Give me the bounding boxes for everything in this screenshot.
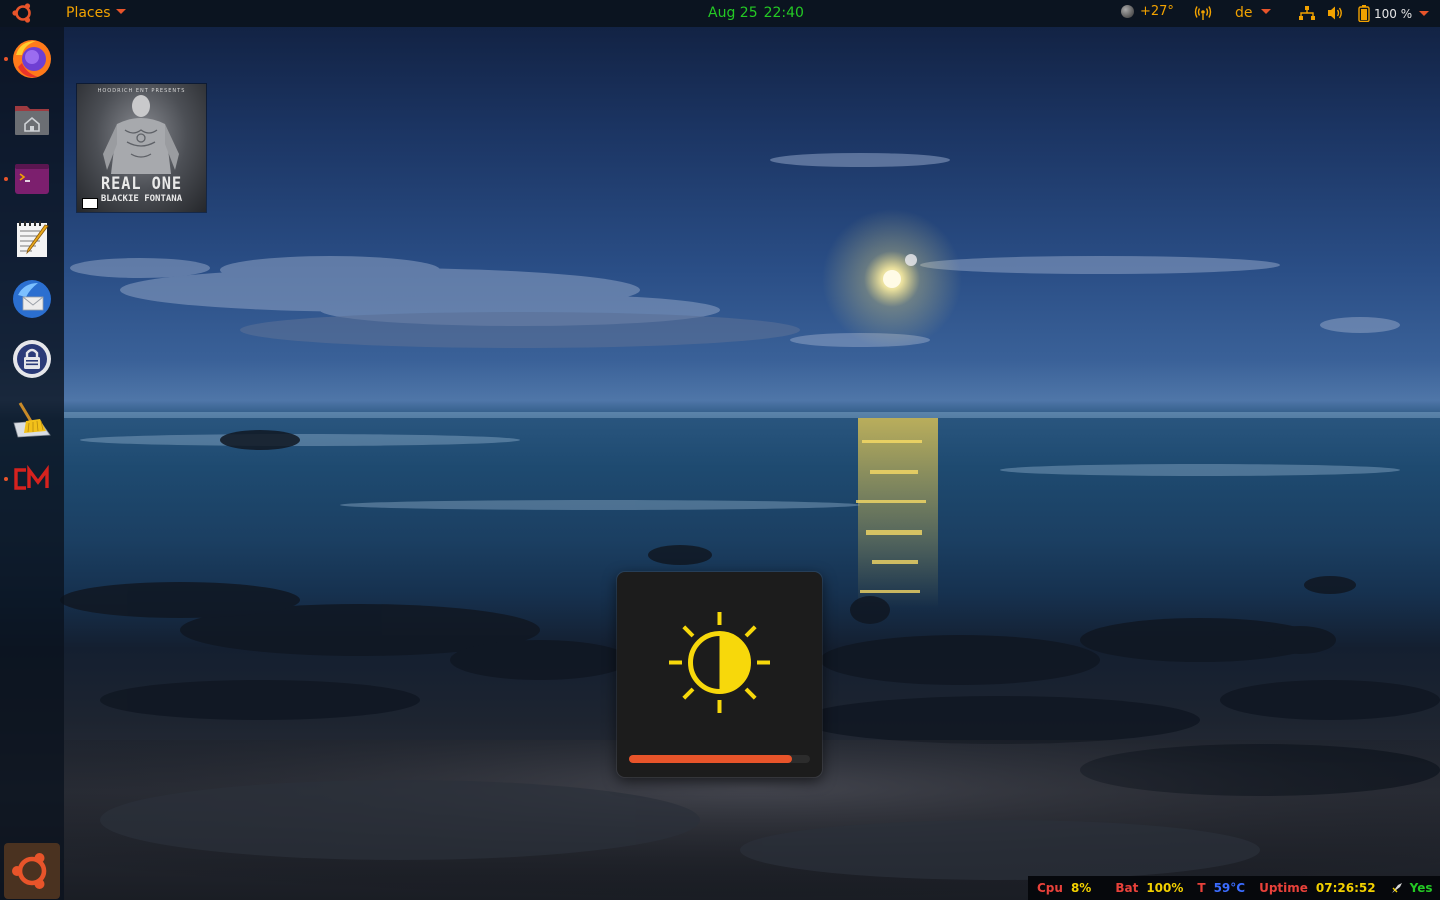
running-indicator xyxy=(4,57,8,61)
dock xyxy=(0,27,64,900)
album-title: REAL ONE xyxy=(101,174,182,194)
dock-item-files[interactable] xyxy=(10,97,54,141)
clock-date: Aug 25 xyxy=(708,5,758,21)
chevron-down-icon xyxy=(115,9,126,14)
temperature-label: T xyxy=(1197,881,1206,895)
running-indicator xyxy=(4,477,8,481)
dock-item-terminal[interactable] xyxy=(4,157,54,201)
dock-item-thunderbird[interactable] xyxy=(10,277,54,321)
battery-icon xyxy=(1358,5,1370,22)
system-monitor-bar: Cpu 8% Bat 100% T 59°C Uptime 07:26:52 Y… xyxy=(1028,876,1440,900)
weather-temperature: +27° xyxy=(1140,4,1174,19)
moon-icon xyxy=(1121,5,1134,18)
brightness-level-fill xyxy=(629,755,792,763)
cm-app-icon xyxy=(14,464,49,490)
running-indicator xyxy=(4,177,8,181)
dock-item-cleaner[interactable] xyxy=(10,397,54,441)
terminal-icon xyxy=(15,164,49,194)
uptime-value: 07:26:52 xyxy=(1315,881,1376,895)
cpu-label: Cpu xyxy=(1037,881,1063,895)
update-status-value: Yes xyxy=(1409,881,1433,895)
chevron-down-icon xyxy=(1419,11,1430,16)
battery-label: Bat xyxy=(1115,881,1139,895)
update-status-icon xyxy=(1391,883,1402,893)
parental-advisory-label xyxy=(82,198,98,209)
uptime-label: Uptime xyxy=(1259,881,1308,895)
places-menu-label: Places xyxy=(66,5,111,21)
cpu-value: 8% xyxy=(1070,881,1092,895)
desktop-file-album-art[interactable]: HOODRICH ENT PRESENTS REAL ONE BLACKIE F… xyxy=(77,84,206,212)
show-applications-button[interactable] xyxy=(4,843,60,899)
chevron-down-icon xyxy=(1260,9,1271,14)
battery-indicator[interactable]: 100 % xyxy=(1358,5,1430,22)
ubuntu-logo-icon[interactable] xyxy=(11,3,35,27)
broom-icon xyxy=(13,402,51,438)
text-editor-icon xyxy=(17,221,49,257)
volume-icon[interactable] xyxy=(1327,5,1345,25)
firefox-icon xyxy=(13,40,51,78)
brightness-icon xyxy=(669,612,770,713)
temperature-value: 59°C xyxy=(1213,881,1246,895)
lock-icon xyxy=(13,340,51,378)
clock-time: 22:40 xyxy=(763,5,804,21)
battery-value: 100% xyxy=(1146,881,1184,895)
brightness-level-bar xyxy=(629,755,810,763)
clock[interactable]: Aug 25 22:40 xyxy=(708,5,804,21)
brightness-osd xyxy=(617,572,822,777)
weather-indicator[interactable]: +27° xyxy=(1121,4,1174,19)
keyboard-layout-menu[interactable]: de xyxy=(1235,5,1271,21)
dock-item-password-manager[interactable] xyxy=(10,337,54,381)
wireless-antenna-icon[interactable] xyxy=(1194,5,1212,25)
battery-percentage: 100 % xyxy=(1374,6,1413,21)
places-menu[interactable]: Places xyxy=(66,5,126,21)
dock-item-firefox[interactable] xyxy=(4,37,54,81)
keyboard-layout-label: de xyxy=(1235,5,1253,21)
top-panel: Places Aug 25 22:40 +27° de 100 % xyxy=(0,0,1440,27)
dock-item-cm-app[interactable] xyxy=(4,457,54,501)
thunderbird-icon xyxy=(13,280,51,318)
network-icon[interactable] xyxy=(1298,5,1316,25)
dock-item-text-editor[interactable] xyxy=(10,217,54,261)
ubuntu-logo-icon xyxy=(12,853,47,889)
home-folder-icon xyxy=(15,106,49,135)
